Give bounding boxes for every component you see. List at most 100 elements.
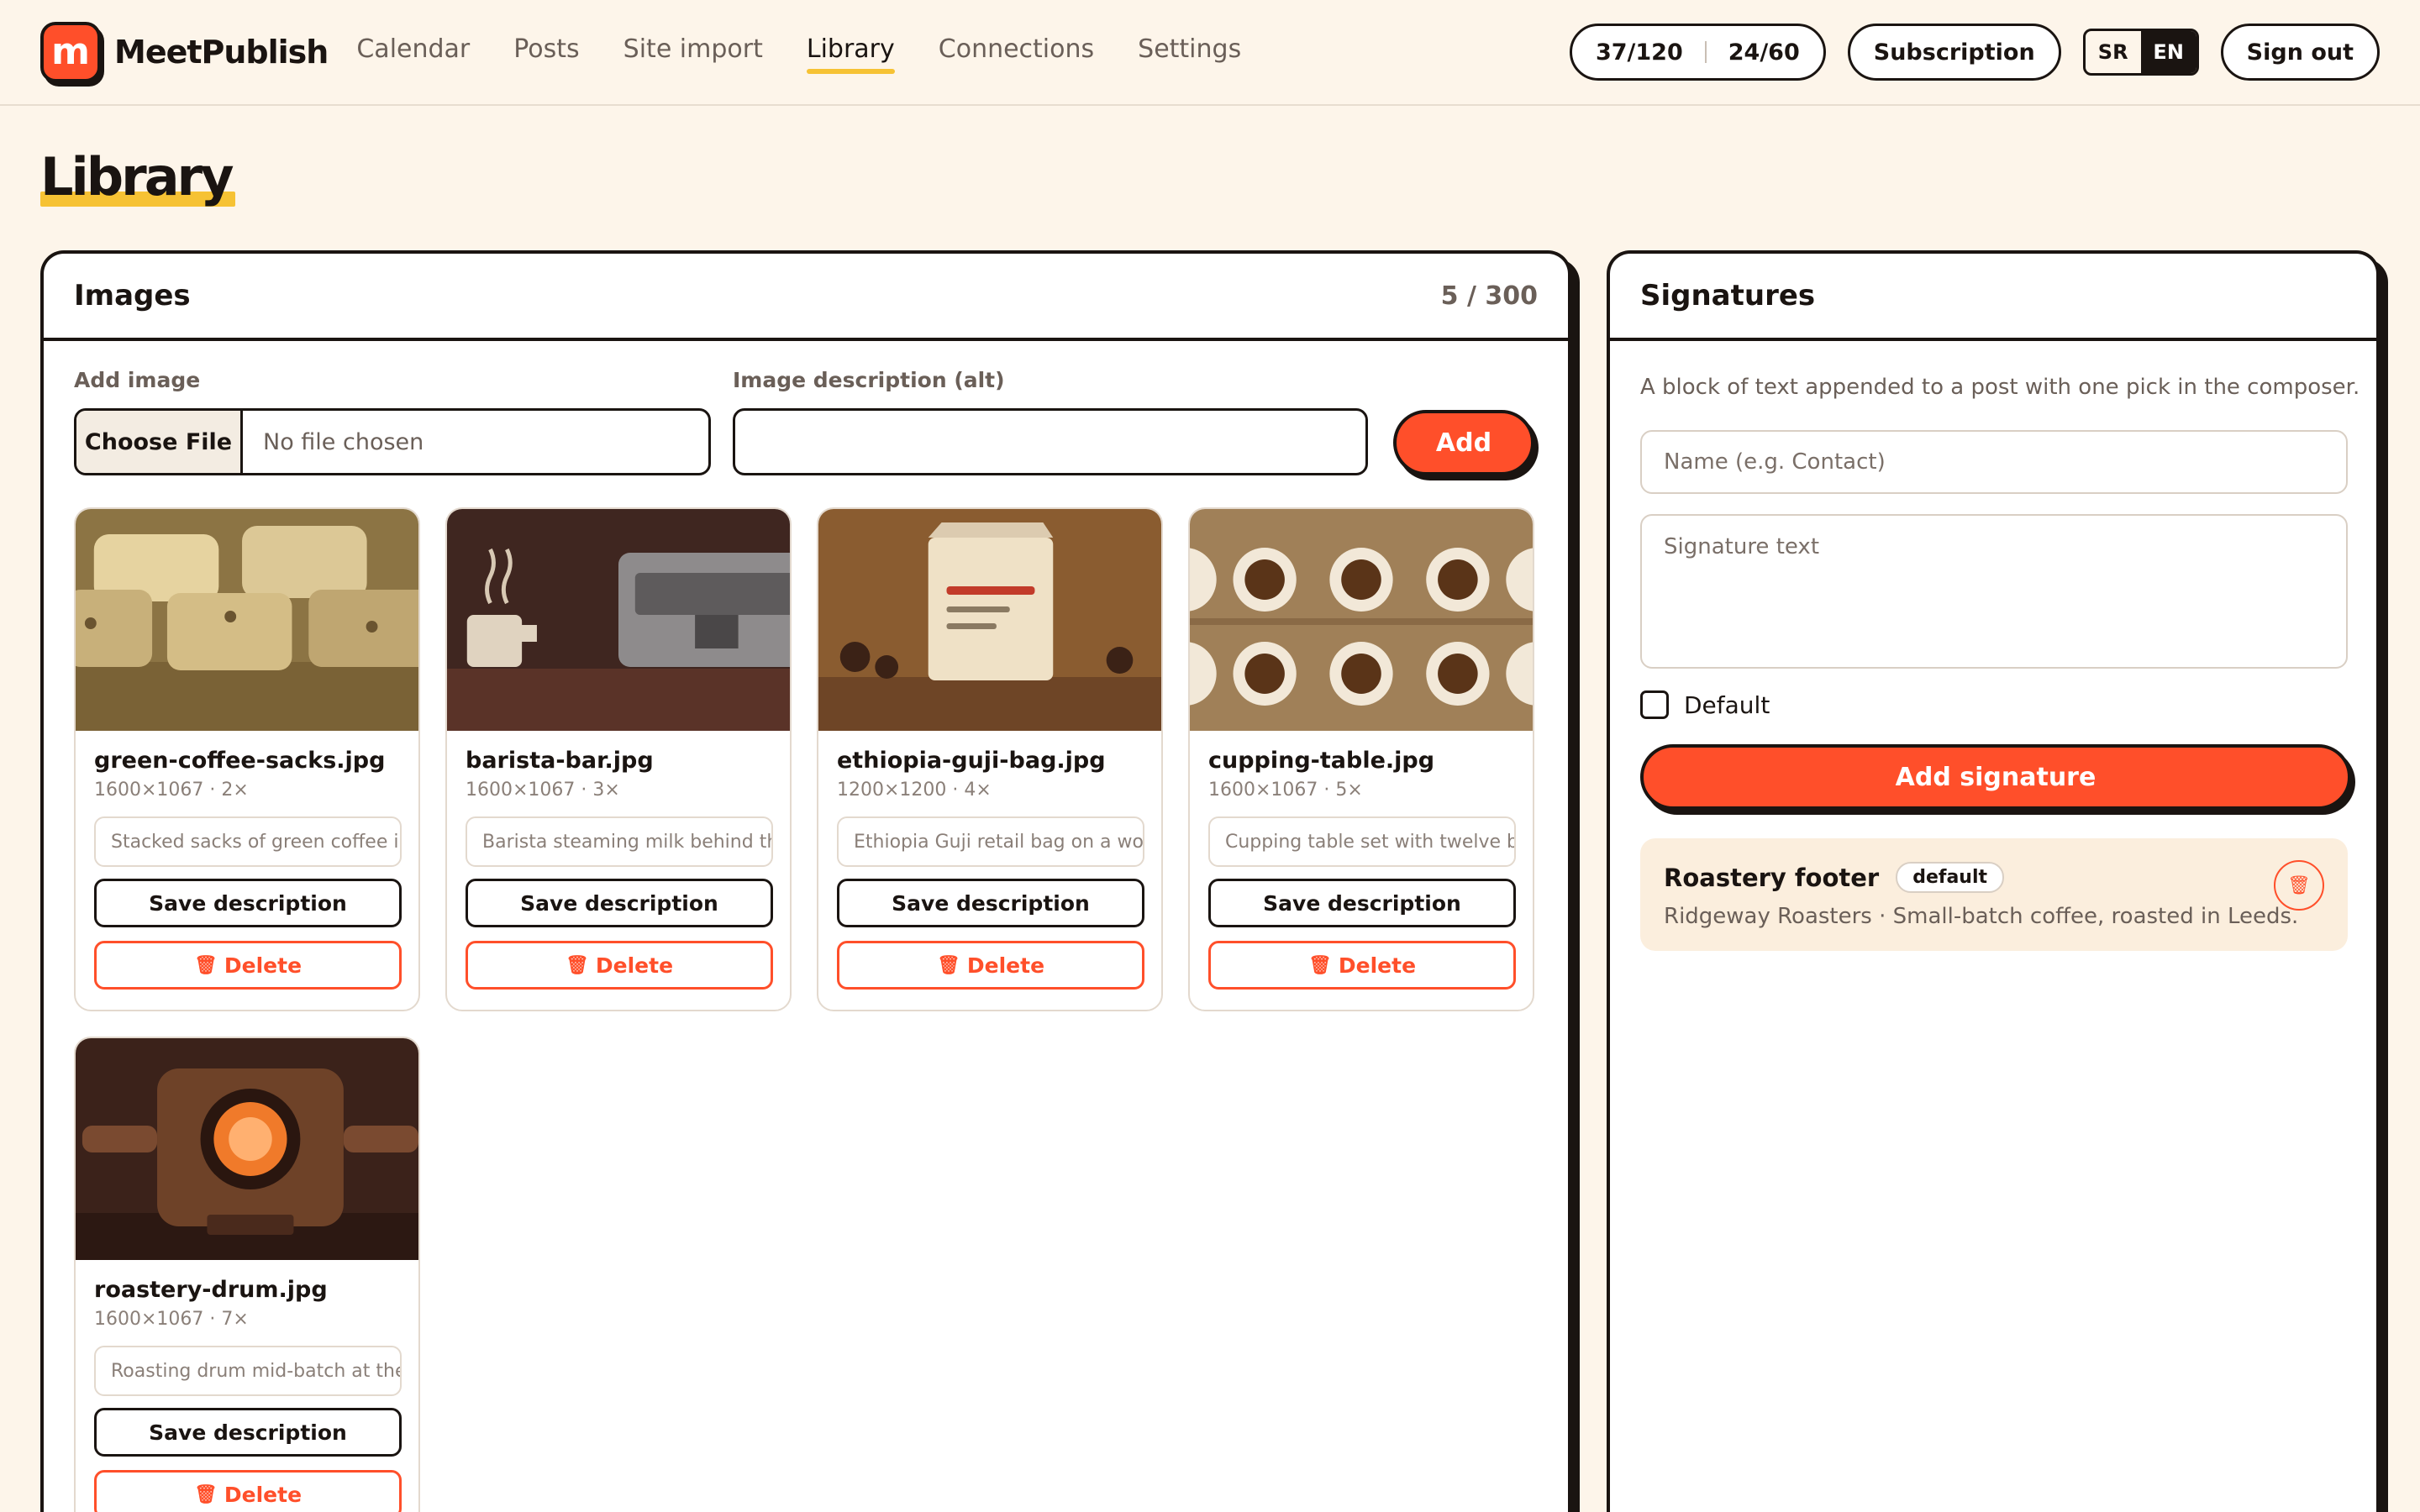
image-thumbnail[interactable] <box>1190 509 1533 731</box>
image-description-input[interactable]: Cupping table set with twelve bo <box>1208 816 1516 867</box>
choose-file-button[interactable]: Choose File <box>76 411 243 473</box>
trash-icon: 🗑 <box>193 954 218 976</box>
delete-image-button[interactable]: 🗑 Delete <box>94 941 402 990</box>
signatures-panel: Signatures A block of text appended to a… <box>1607 250 2380 1512</box>
default-badge: default <box>1896 862 2005 893</box>
trash-icon: 🗑 <box>1307 954 1332 976</box>
save-description-button[interactable]: Save description <box>94 1408 402 1457</box>
page-title: Library <box>40 146 235 207</box>
save-description-button[interactable]: Save description <box>94 879 402 927</box>
roastery-drum-image <box>76 1038 418 1260</box>
image-filename: green-coffee-sacks.jpg <box>94 748 386 774</box>
image-description-input[interactable]: Stacked sacks of green coffee i <box>94 816 402 867</box>
nav-calendar[interactable]: Calendar <box>356 31 470 74</box>
delete-image-button[interactable]: 🗑 Delete <box>466 941 773 990</box>
nav-library[interactable]: Library <box>806 31 895 74</box>
image-description-input[interactable]: Barista steaming milk behind the <box>466 816 773 867</box>
trash-icon: 🗑 <box>565 954 589 976</box>
nav-settings[interactable]: Settings <box>1138 31 1241 74</box>
image-meta: 1600×1067 · 2× <box>94 780 249 801</box>
cupping-table-image <box>1190 509 1533 731</box>
ethiopia-guji-bag-image <box>818 509 1161 731</box>
signature-text-input[interactable]: Signature text <box>1640 514 2348 669</box>
trash-icon: 🗑 <box>2287 874 2311 896</box>
delete-image-button[interactable]: 🗑 Delete <box>94 1470 402 1512</box>
nav-posts[interactable]: Posts <box>513 31 579 74</box>
signatures-title: Signatures <box>1640 279 1816 312</box>
image-meta: 1600×1067 · 3× <box>466 780 620 801</box>
image-filename: barista-bar.jpg <box>466 748 654 774</box>
quota-posts: 37/120 <box>1595 39 1683 66</box>
default-label: Default <box>1684 690 1770 719</box>
add-image-button[interactable]: Add <box>1393 410 1534 475</box>
default-checkbox[interactable] <box>1640 690 1669 719</box>
logo-mark-icon: m <box>40 22 101 82</box>
nav-site-import[interactable]: Site import <box>623 31 763 74</box>
delete-image-button[interactable]: 🗑 Delete <box>1208 941 1516 990</box>
delete-label: Delete <box>1338 953 1417 978</box>
image-thumbnail[interactable] <box>818 509 1161 731</box>
images-panel-header: Images 5 / 300 <box>44 254 1568 341</box>
image-card: ethiopia-guji-bag.jpg 1200×1200 · 4× Eth… <box>817 507 1163 1011</box>
image-thumbnail[interactable] <box>76 1038 418 1260</box>
image-card: barista-bar.jpg 1600×1067 · 3× Barista s… <box>445 507 792 1011</box>
quota-indicator: 37/120 24/60 <box>1569 24 1826 81</box>
image-meta: 1600×1067 · 5× <box>1208 780 1363 801</box>
top-bar: m MeetPublish Calendar Posts Site import… <box>0 0 2420 106</box>
file-status: No file chosen <box>263 428 424 455</box>
delete-label: Delete <box>595 953 674 978</box>
signatures-panel-header: Signatures <box>1610 254 2376 341</box>
images-panel: Images 5 / 300 Add image Choose File No … <box>40 250 1571 1512</box>
alt-label: Image description (alt) <box>733 368 1005 392</box>
signature-title-row: Roastery footer default <box>1664 862 2005 893</box>
barista-bar-image <box>447 509 790 731</box>
image-card: roastery-drum.jpg 1600×1067 · 7× Roastin… <box>74 1037 420 1512</box>
image-card: green-coffee-sacks.jpg 1600×1067 · 2× St… <box>74 507 420 1011</box>
image-description-input[interactable]: Roasting drum mid-batch at the <box>94 1346 402 1396</box>
subscription-button[interactable]: Subscription <box>1847 24 2061 81</box>
delete-label: Delete <box>224 1482 302 1507</box>
image-meta: 1200×1200 · 4× <box>837 780 992 801</box>
image-filename: ethiopia-guji-bag.jpg <box>837 748 1106 774</box>
images-title: Images <box>74 279 191 312</box>
delete-label: Delete <box>224 953 302 978</box>
app-logo[interactable]: m MeetPublish <box>40 22 329 82</box>
image-filename: cupping-table.jpg <box>1208 748 1435 774</box>
trash-icon: 🗑 <box>936 954 960 976</box>
quota-images: 24/60 <box>1728 39 1800 66</box>
lang-en-button[interactable]: EN <box>2140 31 2196 73</box>
signature-name: Roastery footer <box>1664 863 1880 892</box>
alt-input[interactable] <box>733 408 1368 475</box>
nav-connections[interactable]: Connections <box>939 31 1094 74</box>
image-card: cupping-table.jpg 1600×1067 · 5× Cupping… <box>1188 507 1534 1011</box>
green-coffee-sacks-image <box>76 509 418 731</box>
signatures-hint: A block of text appended to a post with … <box>1640 375 2360 400</box>
image-filename: roastery-drum.jpg <box>94 1277 328 1303</box>
header-actions: 37/120 24/60 Subscription SR EN Sign out <box>1569 24 2380 81</box>
main-nav: Calendar Posts Site import Library Conne… <box>356 31 1241 74</box>
save-description-button[interactable]: Save description <box>466 879 773 927</box>
file-input[interactable]: Choose File No file chosen <box>74 408 711 475</box>
sign-out-button[interactable]: Sign out <box>2220 24 2380 81</box>
add-signature-button[interactable]: Add signature <box>1640 744 2351 810</box>
lang-sr-button[interactable]: SR <box>2086 31 2141 73</box>
save-description-button[interactable]: Save description <box>837 879 1144 927</box>
app-name: MeetPublish <box>114 34 329 71</box>
language-switcher: SR EN <box>2082 29 2199 76</box>
delete-label: Delete <box>966 953 1045 978</box>
delete-signature-button[interactable]: 🗑 <box>2274 860 2324 911</box>
image-thumbnail[interactable] <box>76 509 418 731</box>
images-count: 5 / 300 <box>1440 281 1538 311</box>
delete-image-button[interactable]: 🗑 Delete <box>837 941 1144 990</box>
image-meta: 1600×1067 · 7× <box>94 1309 249 1330</box>
add-image-label: Add image <box>74 368 201 392</box>
default-checkbox-row[interactable]: Default <box>1640 690 1770 719</box>
quota-divider <box>1704 41 1707 63</box>
signature-text: Ridgeway Roasters · Small-batch coffee, … <box>1664 904 2299 929</box>
signature-name-input[interactable]: Name (e.g. Contact) <box>1640 430 2348 494</box>
image-description-input[interactable]: Ethiopia Guji retail bag on a woo <box>837 816 1144 867</box>
trash-icon: 🗑 <box>193 1483 218 1505</box>
signature-item: Roastery footer default Ridgeway Roaster… <box>1640 838 2348 951</box>
save-description-button[interactable]: Save description <box>1208 879 1516 927</box>
image-thumbnail[interactable] <box>447 509 790 731</box>
